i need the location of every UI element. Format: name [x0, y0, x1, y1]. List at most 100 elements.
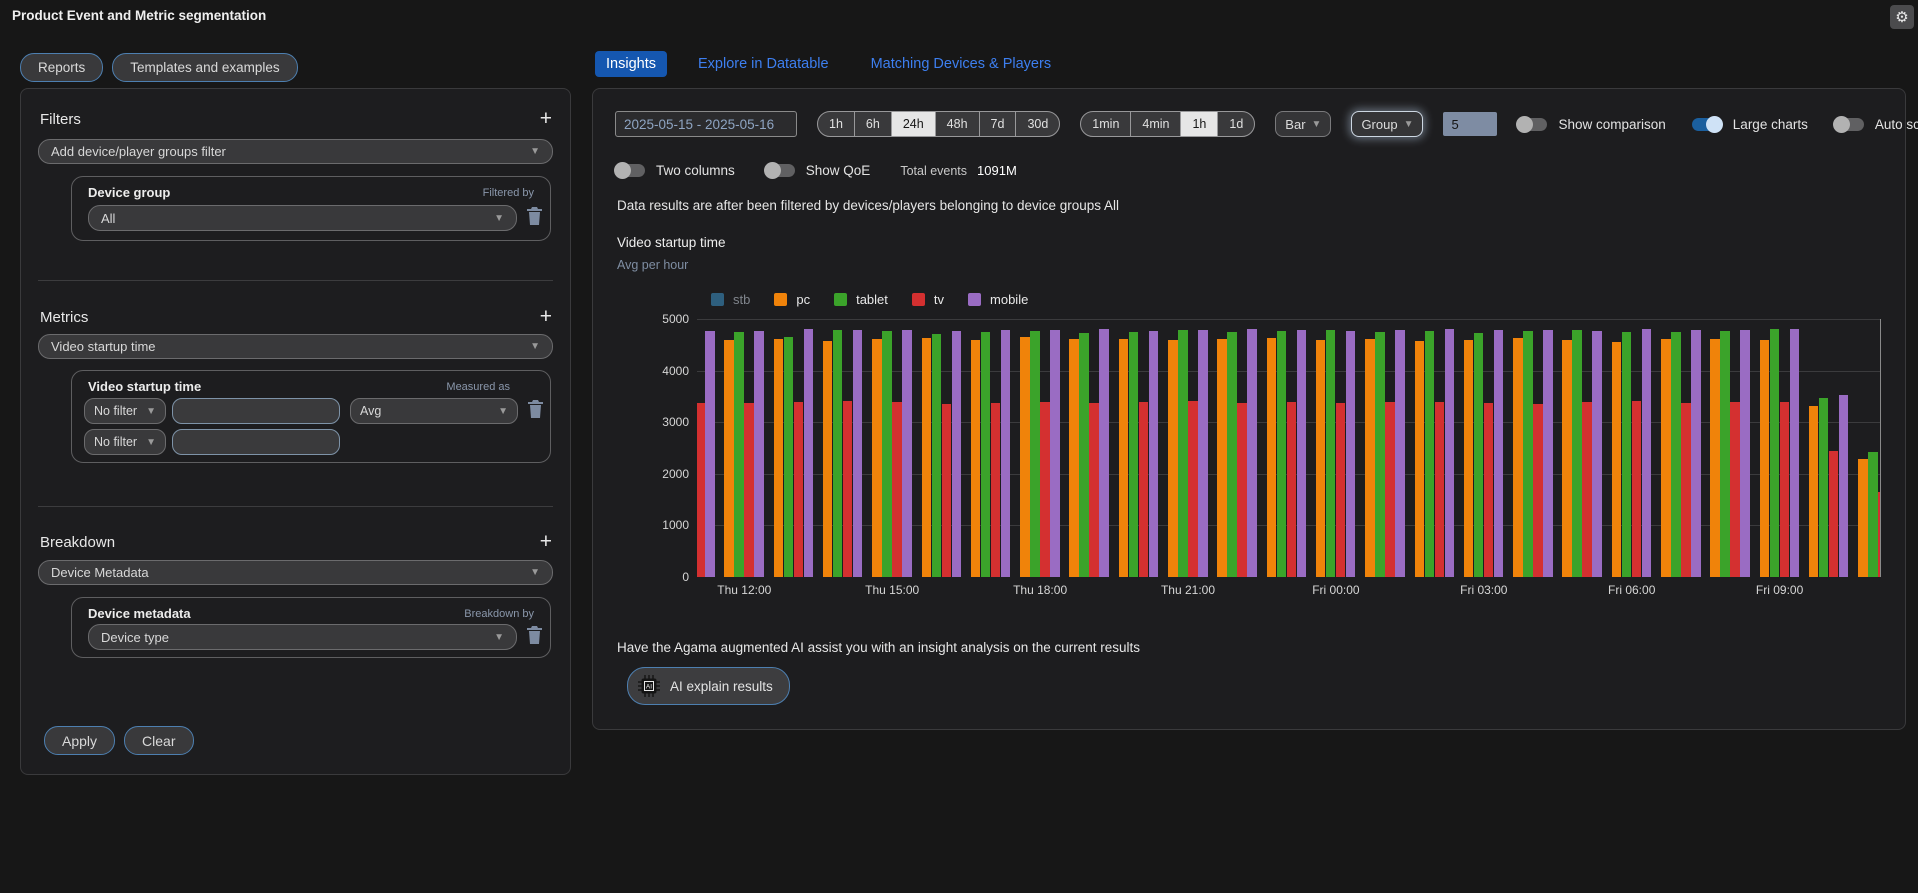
bar-tv-9[interactable]: [1139, 402, 1149, 577]
bar-mobile-11[interactable]: [1247, 329, 1257, 577]
bar-mobile-6[interactable]: [1001, 330, 1011, 577]
bar-tv-4[interactable]: [892, 402, 902, 577]
toggle-switch[interactable]: [1517, 118, 1547, 131]
bar-tv-1[interactable]: [744, 403, 754, 577]
tab-insights[interactable]: Insights: [595, 51, 667, 77]
bar-tv-6[interactable]: [991, 403, 1001, 577]
bar-pc-7[interactable]: [1020, 337, 1030, 577]
span-6h[interactable]: 6h: [854, 112, 891, 136]
bar-mobile-1[interactable]: [754, 331, 764, 577]
bar-tablet-9[interactable]: [1129, 332, 1139, 577]
bar-tv-16[interactable]: [1484, 403, 1494, 577]
bar-pc-16[interactable]: [1464, 340, 1474, 577]
bar-tablet-10[interactable]: [1178, 330, 1188, 577]
bar-tv-11[interactable]: [1237, 403, 1247, 577]
bar-mobile-20[interactable]: [1691, 330, 1701, 577]
span-7d[interactable]: 7d: [979, 112, 1016, 136]
resolution-1min[interactable]: 1min: [1081, 112, 1130, 136]
bar-tv-20[interactable]: [1681, 403, 1691, 577]
measure-select[interactable]: Avg ▼: [350, 398, 518, 424]
bar-tablet-24[interactable]: [1868, 452, 1878, 577]
toggle-switch[interactable]: [1692, 118, 1722, 131]
bar-tablet-15[interactable]: [1425, 331, 1435, 577]
group-mode-select[interactable]: Group ▼: [1351, 111, 1423, 137]
bar-mobile-23[interactable]: [1839, 395, 1849, 577]
bar-mobile-7[interactable]: [1050, 330, 1060, 577]
bar-pc-13[interactable]: [1316, 340, 1326, 577]
bar-mobile-16[interactable]: [1494, 330, 1504, 577]
delete-breakdown-button[interactable]: [524, 625, 544, 647]
toggle-show-qoe[interactable]: Show QoE: [765, 163, 871, 178]
bar-mobile-18[interactable]: [1592, 331, 1602, 577]
bar-mobile-10[interactable]: [1198, 330, 1208, 577]
bar-mobile-9[interactable]: [1149, 331, 1159, 577]
bar-tablet-16[interactable]: [1474, 333, 1484, 577]
bar-pc-1[interactable]: [724, 340, 734, 577]
bar-tv-13[interactable]: [1336, 403, 1346, 577]
bar-tv-17[interactable]: [1533, 404, 1543, 577]
resolution-1d[interactable]: 1d: [1217, 112, 1254, 136]
delete-filter-button[interactable]: [524, 206, 544, 228]
delete-metric-button[interactable]: [525, 399, 545, 421]
toggle-two-columns[interactable]: Two columns: [615, 163, 735, 178]
bar-mobile-8[interactable]: [1099, 329, 1109, 577]
reports-button[interactable]: Reports: [20, 53, 103, 82]
settings-button[interactable]: ⚙: [1890, 5, 1914, 29]
bar-pc-9[interactable]: [1119, 339, 1129, 577]
bar-mobile-14[interactable]: [1395, 330, 1405, 577]
span-24h[interactable]: 24h: [891, 112, 935, 136]
bar-mobile-21[interactable]: [1740, 330, 1750, 577]
bar-pc-17[interactable]: [1513, 338, 1523, 577]
bar-pc-11[interactable]: [1217, 339, 1227, 577]
bar-tablet-7[interactable]: [1030, 331, 1040, 577]
bar-tv-2[interactable]: [794, 402, 804, 577]
bar-pc-23[interactable]: [1809, 406, 1819, 577]
bar-pc-20[interactable]: [1661, 339, 1671, 577]
bar-mobile-4[interactable]: [902, 330, 912, 577]
clear-button[interactable]: Clear: [124, 726, 193, 755]
bar-tablet-12[interactable]: [1277, 331, 1287, 577]
metric-select[interactable]: Video startup time ▼: [38, 334, 553, 359]
resolution-1h[interactable]: 1h: [1180, 112, 1217, 136]
bar-pc-12[interactable]: [1267, 338, 1277, 577]
bar-mobile-22[interactable]: [1790, 329, 1800, 577]
bar-tablet-14[interactable]: [1375, 332, 1385, 577]
bar-pc-14[interactable]: [1365, 339, 1375, 577]
bar-tv-7[interactable]: [1040, 402, 1050, 577]
span-48h[interactable]: 48h: [935, 112, 979, 136]
bar-tv-19[interactable]: [1632, 401, 1642, 577]
bar-mobile-12[interactable]: [1297, 330, 1307, 577]
bar-tablet-21[interactable]: [1720, 331, 1730, 577]
add-metric-button[interactable]: +: [540, 308, 552, 326]
group-count-input[interactable]: [1443, 112, 1497, 136]
tab-explore-in-datatable[interactable]: Explore in Datatable: [687, 51, 840, 77]
add-breakdown-button[interactable]: +: [540, 533, 552, 551]
toggle-auto-scale[interactable]: Auto scale: [1834, 117, 1918, 132]
bar-mobile-5[interactable]: [952, 331, 962, 577]
bar-tv-0[interactable]: [697, 403, 705, 577]
bar-tablet-5[interactable]: [932, 334, 942, 577]
add-filter-button[interactable]: +: [540, 110, 552, 128]
bar-mobile-3[interactable]: [853, 330, 863, 577]
bar-pc-21[interactable]: [1710, 339, 1720, 577]
legend-item-tv[interactable]: tv: [912, 292, 944, 307]
bar-tv-21[interactable]: [1730, 402, 1740, 577]
bar-tablet-2[interactable]: [784, 337, 794, 577]
bar-tablet-22[interactable]: [1770, 329, 1780, 577]
toggle-large-charts[interactable]: Large charts: [1692, 117, 1808, 132]
bar-mobile-15[interactable]: [1445, 329, 1455, 577]
add-filter-select[interactable]: Add device/player groups filter ▼: [38, 139, 553, 164]
legend-item-pc[interactable]: pc: [774, 292, 810, 307]
bar-mobile-0[interactable]: [705, 331, 715, 577]
bar-pc-4[interactable]: [872, 339, 882, 577]
legend-item-tablet[interactable]: tablet: [834, 292, 888, 307]
bar-pc-18[interactable]: [1562, 340, 1572, 577]
toggle-switch[interactable]: [615, 164, 645, 177]
span-1h[interactable]: 1h: [818, 112, 854, 136]
bar-tv-18[interactable]: [1582, 402, 1592, 577]
bar-tablet-23[interactable]: [1819, 398, 1829, 577]
metric-filter2-input[interactable]: [172, 429, 340, 455]
toggle-switch[interactable]: [1834, 118, 1864, 131]
bar-pc-24[interactable]: [1858, 459, 1868, 577]
bar-tv-12[interactable]: [1287, 402, 1297, 577]
